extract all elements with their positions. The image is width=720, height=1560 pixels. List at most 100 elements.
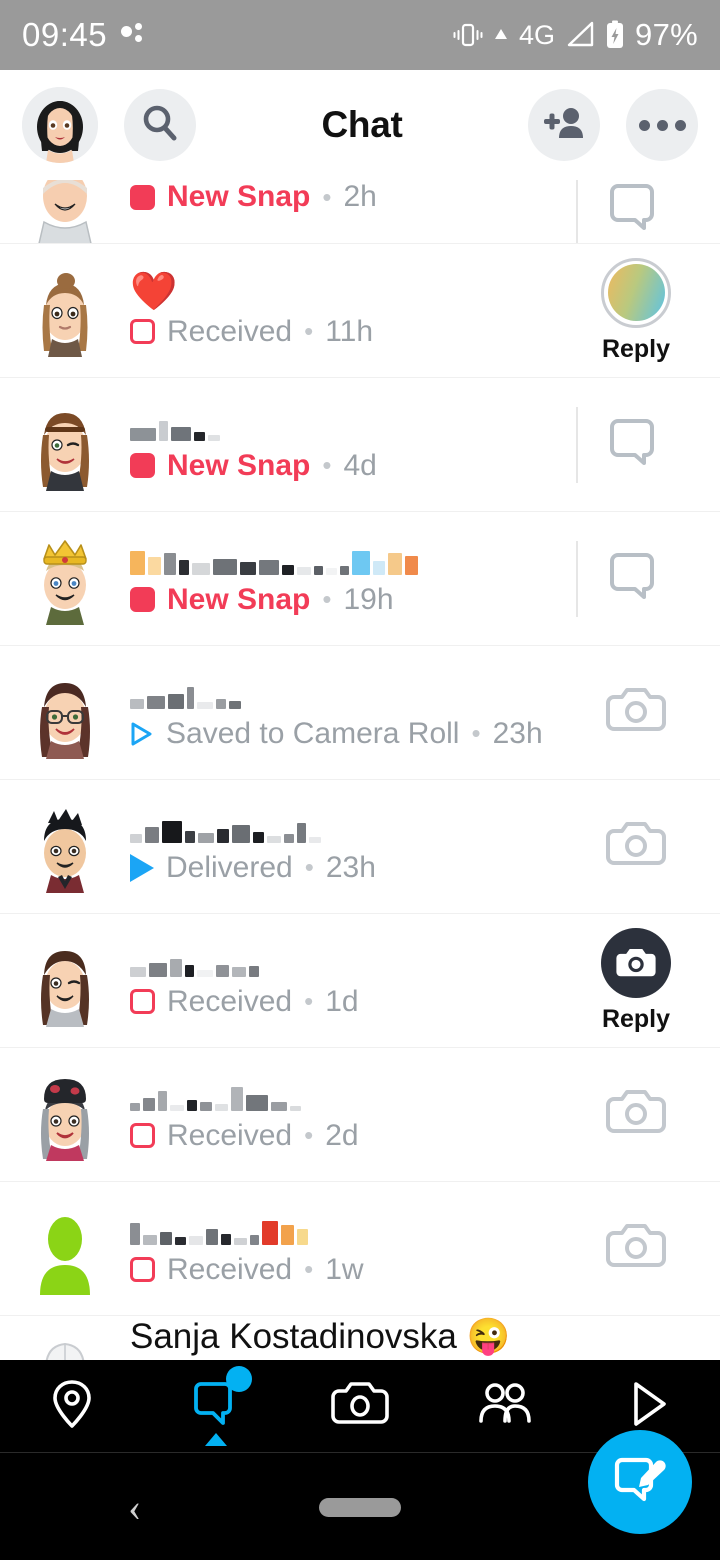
avatar [22,1203,108,1295]
display-name-blurred [130,679,241,709]
timestamp: 19h [343,582,394,616]
chat-row[interactable]: New Snap • 19h [0,512,720,646]
timestamp: 2h [343,180,377,213]
add-person-icon [542,103,586,148]
chat-row[interactable]: Received • 2d [0,1048,720,1182]
chat-row-content: Sanja Kostadinovska 😜 [108,1316,576,1360]
chat-header: Chat [0,70,720,180]
reply-label: Reply [601,334,671,363]
search-button[interactable] [124,89,196,161]
row-divider [576,180,578,243]
network-type-label: 4G [519,19,556,50]
chat-bubble-icon[interactable] [609,180,663,239]
unread-badge [226,1366,252,1392]
display-name: ❤️ [130,270,178,313]
nav-item-chat[interactable] [144,1360,288,1452]
camera-icon[interactable] [606,1219,666,1278]
status-label: New Snap [167,448,311,482]
ellipsis-icon [638,119,686,131]
chat-bubble-icon[interactable] [609,549,663,608]
new-snap-indicator-icon [130,453,155,478]
received-snap-indicator-icon [130,989,155,1014]
chat-row-name [130,1211,576,1249]
chat-row-name [130,809,576,847]
chat-row-name [130,943,576,981]
snapchat-chat-screen: 09:45 4G 97% Chat New Snap • 2h ❤️ Recei… [0,0,720,1560]
nav-item-camera[interactable] [288,1360,432,1452]
nav-item-friends[interactable] [432,1360,576,1452]
add-friend-button[interactable] [528,89,600,161]
new-chat-fab[interactable] [588,1430,692,1534]
chat-row[interactable]: Delivered • 23h [0,780,720,914]
search-icon [140,103,180,148]
camera-dark-icon[interactable] [601,927,671,998]
status-bar-right: 4G 97% [453,17,698,53]
chat-row-status: Saved to Camera Roll • 23h [130,717,576,751]
chat-row-content: Delivered • 23h [108,809,576,885]
status-label: Received [167,1252,293,1286]
chat-row[interactable]: New Snap • 4d [0,378,720,512]
chat-list[interactable]: New Snap • 2h ❤️ Received • 11h Reply Ne… [0,180,720,1360]
chat-row[interactable]: New Snap • 2h [0,180,720,244]
row-divider [576,540,578,617]
chat-bubble-icon[interactable] [609,415,663,474]
camera-icon[interactable] [606,817,666,876]
chat-row[interactable]: Sanja Kostadinovska 😜 [0,1316,720,1360]
timestamp: 1d [325,984,359,1018]
new-snap-indicator-icon [130,587,155,612]
story-ring-avatar[interactable] [601,257,671,328]
more-options-button[interactable] [626,89,698,161]
chat-row-content: Received • 2d [108,1077,576,1153]
timestamp: 23h [325,850,376,884]
chat-row[interactable]: ❤️ Received • 11h Reply [0,244,720,378]
status-label: New Snap [167,180,311,213]
chat-row-status: Received • 2d [130,1119,576,1153]
new-snap-indicator-icon [130,184,155,210]
page-title: Chat [321,104,403,145]
status-separator: • [322,584,332,614]
android-back-button[interactable]: ‹ [128,1483,141,1530]
status-separator: • [304,852,314,882]
chat-row-action[interactable] [576,817,696,876]
display-name-blurred [130,1081,301,1111]
chat-row-status: New Snap • 2h [130,180,576,214]
avatar [22,801,108,893]
received-snap-indicator-icon [130,1123,155,1148]
status-bar-left: 09:45 [22,16,147,54]
chat-row[interactable]: Received • 1d Reply [0,914,720,1048]
play-triangle-icon [622,1376,674,1437]
chat-row-action[interactable] [576,683,696,742]
battery-charging-icon [605,20,625,50]
profile-avatar[interactable] [22,87,98,163]
chat-row[interactable]: Saved to Camera Roll • 23h [0,646,720,780]
assistant-dots-icon [121,22,147,48]
delivered-indicator-icon [130,853,154,882]
chat-row-content: Received • 1d [108,943,576,1019]
status-label: Delivered [166,850,293,884]
chat-row-action[interactable] [576,540,696,617]
nav-item-map[interactable] [0,1360,144,1452]
chat-row-status: Delivered • 23h [130,851,576,885]
status-separator: • [304,1120,314,1150]
new-chat-pencil-icon [612,1452,668,1513]
avatar [22,1069,108,1161]
chat-row-action[interactable]: Reply [576,257,696,364]
camera-icon[interactable] [606,1085,666,1144]
camera-icon[interactable] [606,683,666,742]
chat-row-action[interactable] [576,180,696,243]
chat-row-content: Received • 1w [108,1211,576,1287]
avatar [22,533,108,625]
chat-row[interactable]: Received • 1w [0,1182,720,1316]
chat-row-action[interactable]: Reply [576,927,696,1034]
android-home-pill[interactable] [319,1497,401,1517]
chat-row-action[interactable] [576,406,696,483]
chat-row-action[interactable] [576,1085,696,1144]
status-bar-clock: 09:45 [22,16,108,53]
status-label: Received [167,1118,293,1152]
chat-row-name [130,1077,576,1115]
active-tab-caret [205,1433,227,1446]
vibrate-icon [453,22,483,48]
chat-row-action[interactable] [576,1219,696,1278]
display-name-blurred [130,813,321,843]
chat-row-name: ❤️ [130,273,576,311]
